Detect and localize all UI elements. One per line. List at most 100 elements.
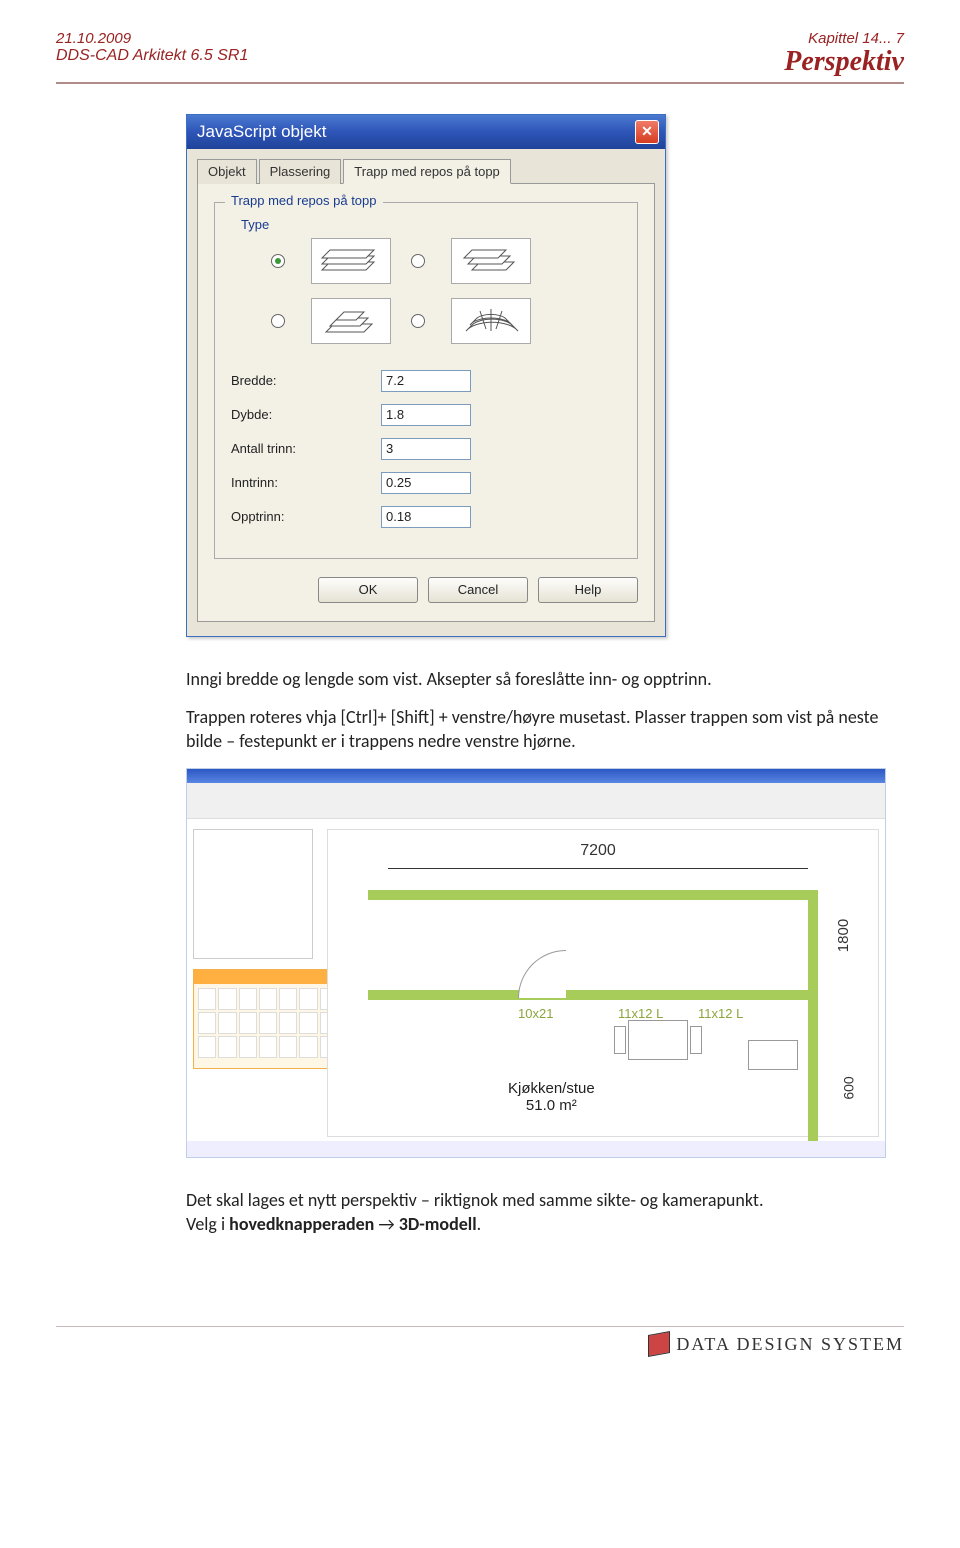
palette-item [198, 988, 216, 1010]
content-column: JavaScript objekt ✕ Objekt Plassering Tr… [56, 84, 904, 1236]
stair-type-radio-1[interactable] [271, 254, 285, 268]
dialog-title: JavaScript objekt [197, 122, 326, 142]
window-label-2: 11x12 L [698, 1006, 743, 1021]
palette-item [259, 1012, 277, 1034]
field-list: Bredde: Dybde: Antall trinn: [231, 370, 621, 528]
paragraph-3: Det skal lages et nytt perspektiv – rikt… [186, 1188, 886, 1237]
field-dybde: Dybde: [231, 404, 621, 426]
paragraph-3b-suffix: . [477, 1213, 482, 1235]
stair-type-radio-2[interactable] [411, 254, 425, 268]
palette-item [279, 1012, 297, 1034]
input-antall-trinn[interactable] [381, 438, 471, 460]
palette-item [218, 988, 236, 1010]
palette-item [279, 1036, 297, 1058]
wall-top [368, 890, 818, 900]
help-button[interactable]: Help [538, 577, 638, 603]
page-title: Perspektiv [784, 47, 904, 78]
furniture-counter [748, 1040, 798, 1070]
input-dybde[interactable] [381, 404, 471, 426]
input-inntrinn[interactable] [381, 472, 471, 494]
palette-item [259, 1036, 277, 1058]
tab-label: Trapp med repos på topp [354, 164, 500, 179]
dimension-value: 600 [840, 1076, 856, 1099]
input-opptrinn[interactable] [381, 506, 471, 528]
field-label: Dybde: [231, 407, 381, 422]
room-label: Kjøkken/stue 51.0 m² [508, 1080, 595, 1114]
tab-objekt[interactable]: Objekt [197, 159, 257, 184]
bold-3d-modell: 3D-modell [399, 1213, 477, 1235]
wall-interior [368, 990, 818, 1000]
footer-logo: DATA DESIGN SYSTEM [648, 1333, 904, 1355]
header-date: 21.10.2009 [56, 30, 131, 47]
cancel-button[interactable]: Cancel [428, 577, 528, 603]
javascript-objekt-dialog: JavaScript objekt ✕ Objekt Plassering Tr… [186, 114, 666, 637]
furniture-chair [614, 1026, 626, 1054]
window-label-1: 11x12 L [618, 1006, 663, 1021]
palette-item [239, 1012, 257, 1034]
palette-item [299, 1036, 317, 1058]
stair-type-radio-3[interactable] [271, 314, 285, 328]
stair-sketch-1 [311, 238, 391, 284]
palette-item [279, 988, 297, 1010]
tab-panel: Trapp med repos på topp Type [197, 183, 655, 622]
header-row-1: 21.10.2009 Kapittel 14... 7 [56, 30, 904, 47]
ok-button[interactable]: OK [318, 577, 418, 603]
palette-item [239, 988, 257, 1010]
paragraph-3a: Det skal lages et nytt perspektiv – rikt… [186, 1189, 764, 1211]
furniture-chair [690, 1026, 702, 1054]
type-grid [271, 238, 621, 344]
palette-item [299, 988, 317, 1010]
input-bredde[interactable] [381, 370, 471, 392]
room-name: Kjøkken/stue [508, 1080, 595, 1097]
page-footer: DATA DESIGN SYSTEM [56, 1326, 904, 1355]
arrow-icon: → [374, 1213, 398, 1235]
close-icon: ✕ [641, 123, 653, 140]
groupbox-trapp: Trapp med repos på topp Type [214, 202, 638, 559]
field-label: Bredde: [231, 373, 381, 388]
stair-sketch-3 [311, 298, 391, 344]
palette-item [198, 1036, 216, 1058]
button-label: Help [575, 582, 602, 597]
paragraph-1: Inngi bredde og lengde som vist. Aksepte… [186, 667, 886, 691]
field-antall-trinn: Antall trinn: [231, 438, 621, 460]
stair-sketch-4 [451, 298, 531, 344]
tab-row: Objekt Plassering Trapp med repos på top… [197, 159, 655, 184]
plan-toolbar [187, 783, 885, 819]
dialog-button-row: OK Cancel Help [214, 577, 638, 603]
plan-screenshot: 7200 1800 600 10x21 11x12 L 11x12 [186, 768, 886, 1158]
tab-label: Objekt [208, 164, 246, 179]
bold-hovedknapperaden: hovedknapperaden [229, 1213, 374, 1235]
furniture-table [628, 1020, 688, 1060]
dimension-right-2: 600 [837, 1058, 860, 1118]
room-area: 51.0 m² [508, 1097, 595, 1114]
plan-tree-pane [193, 829, 313, 959]
tab-label: Plassering [270, 164, 331, 179]
field-label: Inntrinn: [231, 475, 381, 490]
drawing-inner: 7200 1800 600 10x21 11x12 L 11x12 [328, 830, 878, 1136]
radio-dot-icon [275, 258, 281, 264]
door-symbol [518, 950, 566, 998]
plan-palette [193, 969, 343, 1069]
button-label: Cancel [458, 582, 498, 597]
header-row-2: DDS-CAD Arkitekt 6.5 SR1 Perspektiv [56, 47, 904, 78]
paragraph-2: Trappen roteres vhja [Ctrl]+ [Shift] + v… [186, 705, 886, 754]
close-button[interactable]: ✕ [635, 120, 659, 144]
field-label: Antall trinn: [231, 441, 381, 456]
page: 21.10.2009 Kapittel 14... 7 DDS-CAD Arki… [0, 0, 960, 1395]
cube-icon [648, 1331, 670, 1357]
button-label: OK [359, 582, 378, 597]
palette-grid [194, 984, 342, 1062]
stair-type-radio-4[interactable] [411, 314, 425, 328]
wall-right [808, 890, 818, 1150]
dimension-right-1: 1800 [827, 888, 860, 983]
footer-brand: DATA DESIGN SYSTEM [676, 1334, 904, 1355]
palette-item [259, 988, 277, 1010]
dimension-top: 7200 [388, 842, 808, 860]
header-product: DDS-CAD Arkitekt 6.5 SR1 [56, 47, 248, 78]
field-inntrinn: Inntrinn: [231, 472, 621, 494]
paragraph-3b-prefix: Velg i [186, 1213, 229, 1235]
dimension-line-icon [388, 868, 808, 869]
tab-trapp[interactable]: Trapp med repos på topp [343, 159, 511, 184]
dimension-value: 1800 [835, 919, 852, 952]
tab-plassering[interactable]: Plassering [259, 159, 342, 184]
